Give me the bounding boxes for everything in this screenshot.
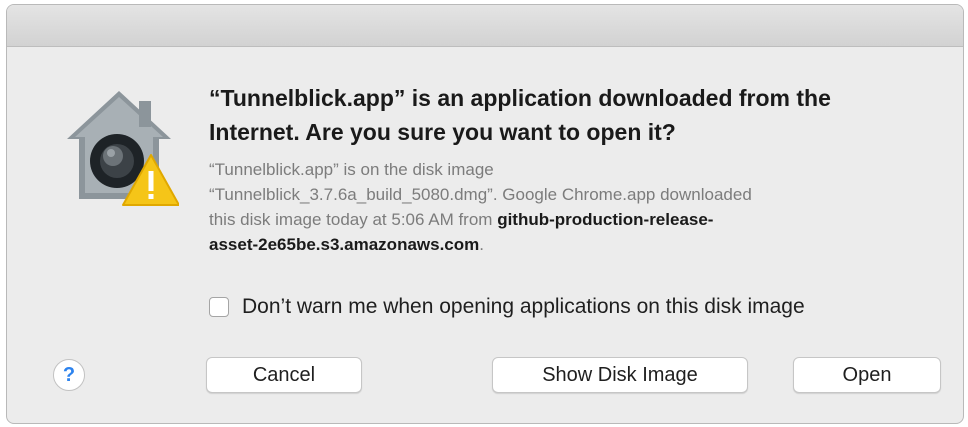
source-host-part-2: asset-2e65be.s3.amazonaws.com xyxy=(209,235,480,254)
help-button[interactable]: ? xyxy=(53,359,85,391)
show-disk-image-button[interactable]: Show Disk Image xyxy=(492,357,748,393)
dialog-heading: “Tunnelblick.app” is an application down… xyxy=(209,81,929,149)
dialog-window: “Tunnelblick.app” is an application down… xyxy=(6,4,964,424)
info-line-2: “Tunnelblick_3.7.6a_build_5080.dmg”. Goo… xyxy=(209,185,752,204)
info-line-4-suffix: . xyxy=(479,235,484,254)
heading-line-2: Internet. Are you sure you want to open … xyxy=(209,119,676,145)
dont-warn-checkbox[interactable] xyxy=(209,297,229,317)
dialog-info-text: “Tunnelblick.app” is on the disk image “… xyxy=(209,157,939,257)
title-bar[interactable] xyxy=(7,5,963,47)
dont-warn-checkbox-row[interactable]: Don’t warn me when opening applications … xyxy=(209,291,805,323)
info-line-1: “Tunnelblick.app” is on the disk image xyxy=(209,160,494,179)
open-button-label: Open xyxy=(842,363,892,386)
heading-line-1: “Tunnelblick.app” is an application down… xyxy=(209,85,831,111)
cancel-button[interactable]: Cancel xyxy=(206,357,362,393)
cancel-button-label: Cancel xyxy=(252,363,316,386)
show-disk-image-button-label: Show Disk Image xyxy=(542,363,698,386)
dont-warn-checkbox-label[interactable]: Don’t warn me when opening applications … xyxy=(242,295,805,319)
source-host-part-1: github-production-release- xyxy=(497,210,714,229)
help-icon: ? xyxy=(62,363,76,386)
gatekeeper-warning-icon xyxy=(59,87,180,207)
info-line-3: this disk image today at 5:06 AM from gi… xyxy=(209,207,939,232)
info-line-3-text: this disk image today at 5:06 AM from xyxy=(209,210,498,229)
open-button[interactable]: Open xyxy=(793,357,941,393)
info-line-4: asset-2e65be.s3.amazonaws.com. xyxy=(209,232,939,257)
